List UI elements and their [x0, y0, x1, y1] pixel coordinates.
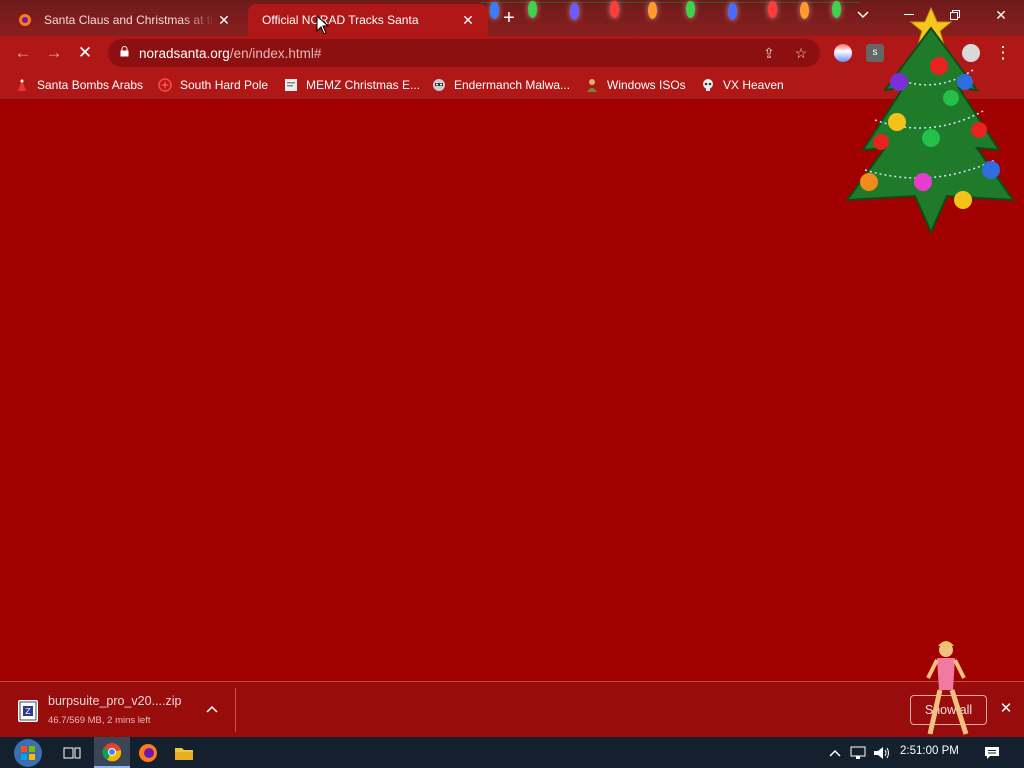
- bookmark-label: MEMZ Christmas E...: [306, 78, 421, 92]
- chevron-up-icon: [829, 749, 841, 757]
- forward-arrow-icon: →: [45, 43, 63, 62]
- bookmark-label: Windows ISOs: [607, 78, 686, 92]
- download-status: 46.7/569 MB, 2 mins left: [48, 715, 151, 726]
- zip-file-icon: Z: [18, 700, 38, 722]
- raccoon-icon: [431, 77, 447, 93]
- light-bulb: [610, 1, 619, 18]
- skull-icon: [700, 77, 716, 93]
- tab-title: Official NORAD Tracks Santa: [262, 13, 419, 27]
- close-tab-icon[interactable]: ✕: [216, 12, 232, 28]
- light-bulb: [528, 1, 537, 18]
- mouse-cursor-icon: [316, 15, 330, 35]
- notification-icon: [985, 746, 999, 759]
- christmas-lights-decoration: [480, 0, 860, 36]
- speaker-icon: [874, 746, 889, 759]
- close-shelf-button[interactable]: ✕: [997, 700, 1015, 718]
- bookmark-label: VX Heaven: [723, 78, 784, 92]
- chrome-icon: [102, 742, 122, 761]
- chevron-up-icon[interactable]: [206, 702, 218, 716]
- network-button[interactable]: [848, 737, 868, 768]
- person-icon: [584, 77, 600, 93]
- close-icon: ✕: [77, 43, 93, 62]
- light-bulb: [686, 1, 695, 18]
- download-filename: burpsuite_pro_v20....zip: [48, 694, 182, 708]
- folder-icon: [175, 747, 193, 760]
- tab-title: Santa Claus and Christmas at the: [44, 13, 216, 27]
- task-view-icon: [63, 747, 81, 758]
- url-host: noradsanta.org: [139, 45, 230, 61]
- dancer-figure-decoration: [926, 641, 969, 735]
- stop-loading-button[interactable]: ✕: [72, 40, 98, 66]
- close-icon: ✕: [999, 700, 1013, 717]
- christmas-tree-decoration: [845, 6, 1015, 235]
- start-button[interactable]: [8, 737, 48, 768]
- svg-text:Z: Z: [25, 707, 31, 716]
- bookmark-label: Santa Bombs Arabs: [37, 78, 144, 92]
- light-bulb: [728, 3, 737, 20]
- close-tab-icon[interactable]: ✕: [460, 12, 476, 28]
- lock-icon: [120, 46, 129, 60]
- download-item[interactable]: Z burpsuite_pro_v20....zip 46.7/569 MB, …: [10, 688, 236, 732]
- download-shelf: Z burpsuite_pro_v20....zip 46.7/569 MB, …: [0, 681, 1024, 737]
- bookmark-memz-christmas[interactable]: MEMZ Christmas E...: [283, 76, 420, 94]
- task-view-button[interactable]: [54, 737, 90, 768]
- windows-start-orb-icon: [14, 738, 42, 767]
- taskbar-clock[interactable]: 2:51:00 PM: [900, 745, 959, 757]
- taskbar-file-explorer[interactable]: [166, 737, 202, 768]
- bookmark-vx-heaven[interactable]: VX Heaven: [700, 76, 784, 94]
- star-badge-icon: [157, 77, 173, 93]
- bookmark-star-icon[interactable]: ☆: [792, 44, 810, 62]
- bookmark-south-hard-pole[interactable]: South Hard Pole: [157, 76, 268, 94]
- light-bulb: [800, 2, 809, 19]
- share-icon[interactable]: ⇪: [760, 44, 778, 62]
- taskbar-firefox[interactable]: [130, 737, 166, 768]
- bookmark-label: South Hard Pole: [180, 78, 269, 92]
- santa-icon: [14, 77, 30, 93]
- back-arrow-icon: ←: [14, 43, 32, 62]
- show-hidden-icons-button[interactable]: [826, 737, 844, 768]
- firefox-icon: [139, 743, 157, 762]
- bookmark-santa-bombs-arabs[interactable]: Santa Bombs Arabs: [14, 76, 143, 94]
- action-center-button[interactable]: [980, 737, 1004, 768]
- light-bulb: [648, 2, 657, 19]
- light-bulb: [768, 1, 777, 18]
- bookmark-endermanch-malware[interactable]: Endermanch Malwa...: [431, 76, 570, 94]
- network-icon: [850, 746, 866, 759]
- url-path: /en/index.html#: [229, 45, 322, 61]
- address-bar[interactable]: noradsanta.org/en/index.html# ⇪ ☆: [108, 39, 820, 67]
- firefox-icon: [19, 14, 31, 26]
- volume-button[interactable]: [872, 737, 892, 768]
- bookmark-label: Endermanch Malwa...: [454, 78, 571, 92]
- tab-santa-claus[interactable]: Santa Claus and Christmas at the ✕: [4, 4, 244, 36]
- back-button[interactable]: ←: [10, 40, 36, 66]
- tab-norad-tracks-santa[interactable]: Official NORAD Tracks Santa ✕: [248, 4, 488, 36]
- light-bulb: [570, 3, 579, 20]
- bookmark-windows-isos[interactable]: Windows ISOs: [584, 76, 686, 94]
- new-tab-button[interactable]: +: [498, 7, 520, 29]
- windows-taskbar: 2:51:00 PM: [0, 737, 1024, 768]
- taskbar-chrome[interactable]: [94, 737, 130, 768]
- page-icon: [283, 77, 299, 93]
- forward-button[interactable]: →: [41, 40, 67, 66]
